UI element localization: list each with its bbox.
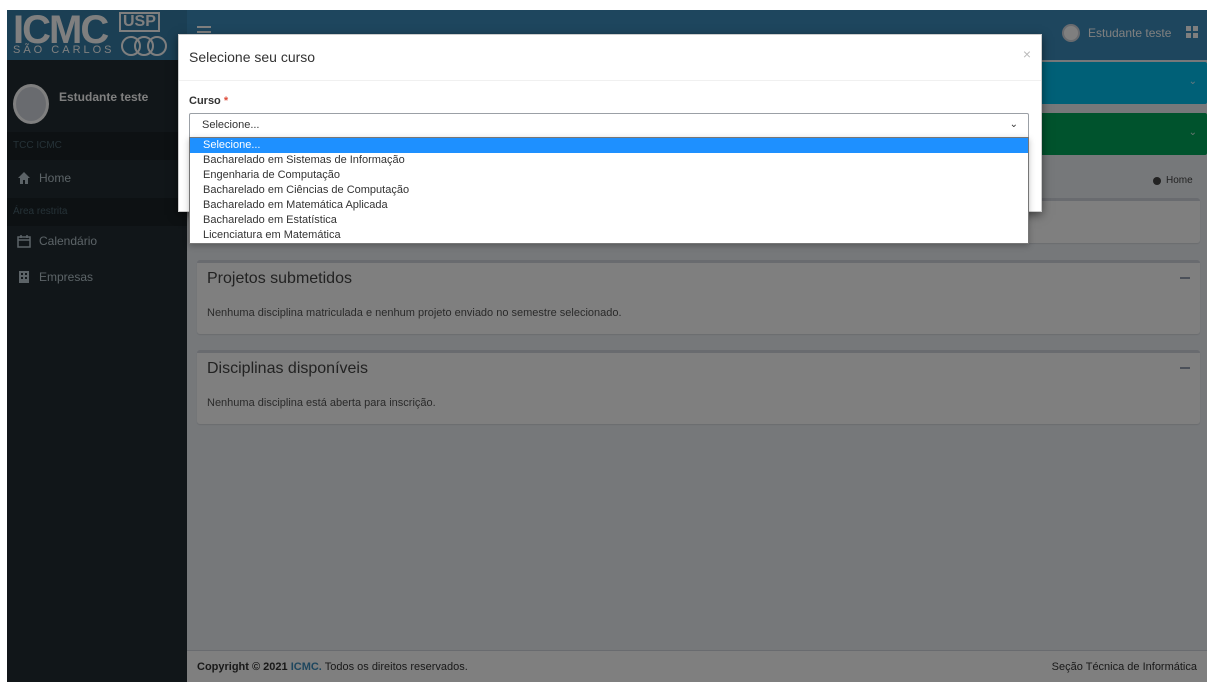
dropdown-option[interactable]: Licenciatura em Matemática xyxy=(190,228,1028,243)
dropdown-option[interactable]: Engenharia de Computação xyxy=(190,168,1028,183)
close-icon[interactable]: × xyxy=(1023,46,1031,62)
required-mark: * xyxy=(223,95,229,107)
course-field-label: Curso * xyxy=(189,95,228,107)
dropdown-option[interactable]: Bacharelado em Estatística xyxy=(190,213,1028,228)
dropdown-option[interactable]: Selecione... xyxy=(190,138,1028,153)
dropdown-option[interactable]: Bacharelado em Sistemas de Informação xyxy=(190,153,1028,168)
chevron-down-icon: ⌄ xyxy=(1009,119,1018,130)
dropdown-option[interactable]: Bacharelado em Matemática Aplicada xyxy=(190,198,1028,213)
modal-header: Selecione seu curso × xyxy=(179,35,1041,81)
dropdown-option[interactable]: Bacharelado em Ciências de Computação xyxy=(190,183,1028,198)
course-dropdown-list[interactable]: Selecione... Bacharelado em Sistemas de … xyxy=(189,137,1029,244)
modal-title: Selecione seu curso xyxy=(189,49,316,65)
field-label-text: Curso xyxy=(189,95,221,107)
app-frame: ICMC USP SÃO CARLOS Estudante teste TCC … xyxy=(7,10,1207,682)
course-select[interactable]: Selecione... ⌄ xyxy=(189,113,1029,139)
select-value: Selecione... xyxy=(202,119,260,131)
